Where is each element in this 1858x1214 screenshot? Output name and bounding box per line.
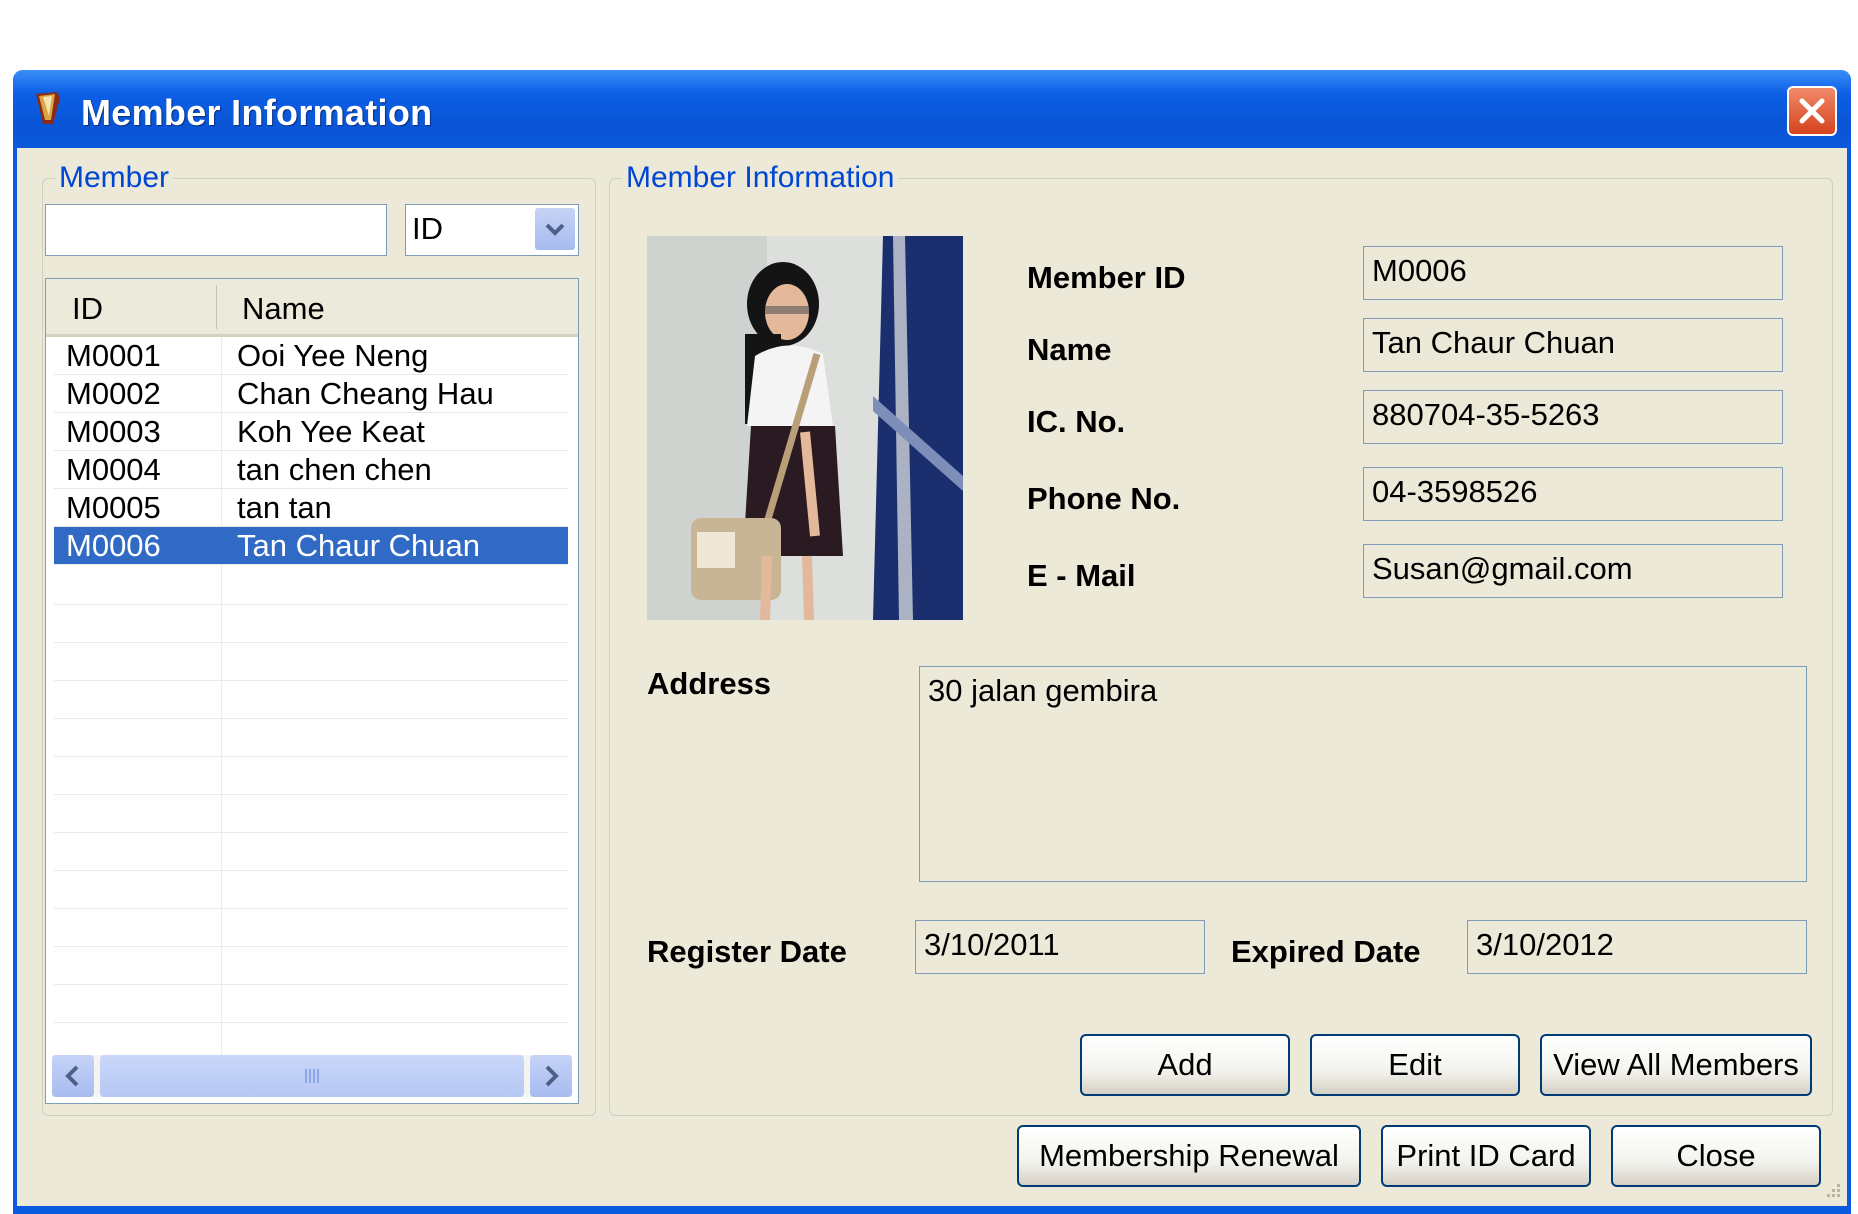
address-label: Address xyxy=(647,666,772,701)
phone-no-field[interactable]: 04-3598526 xyxy=(1363,467,1783,521)
name-field[interactable]: Tan Chaur Chuan xyxy=(1363,318,1783,372)
email-value: Susan@gmail.com xyxy=(1372,551,1633,586)
ic-no-value: 880704-35-5263 xyxy=(1372,397,1600,432)
window-title: Member Information xyxy=(81,92,433,133)
empty-row-gridline xyxy=(54,1022,568,1023)
member-photo xyxy=(647,236,963,620)
member-id-label: Member ID xyxy=(1027,260,1186,295)
chevron-right-icon xyxy=(545,1065,559,1087)
cell-id: M0005 xyxy=(66,490,161,525)
cell-id: M0006 xyxy=(66,528,161,563)
resize-grip-icon[interactable] xyxy=(1821,1180,1843,1202)
empty-row-gridline xyxy=(54,756,568,757)
empty-row-gridline xyxy=(54,680,568,681)
cell-name: tan tan xyxy=(237,490,332,525)
chevron-left-icon xyxy=(65,1065,79,1087)
print-id-card-button[interactable]: Print ID Card xyxy=(1381,1125,1591,1187)
expired-date-value: 3/10/2012 xyxy=(1476,927,1614,962)
add-button[interactable]: Add xyxy=(1080,1034,1290,1096)
cell-name: Ooi Yee Neng xyxy=(237,338,429,373)
email-label: E - Mail xyxy=(1027,558,1136,593)
cell-name: Chan Cheang Hau xyxy=(237,376,494,411)
search-by-value: ID xyxy=(412,211,443,246)
scroll-right-button[interactable] xyxy=(530,1055,572,1097)
member-information-groupbox-title: Member Information xyxy=(622,161,899,195)
cell-name: Koh Yee Keat xyxy=(237,414,425,449)
address-value: 30 jalan gembira xyxy=(928,673,1158,708)
register-date-value: 3/10/2011 xyxy=(924,927,1060,962)
list-item-m0004[interactable]: M0004 tan chen chen xyxy=(54,451,568,489)
list-item-m0002[interactable]: M0002 Chan Cheang Hau xyxy=(54,375,568,413)
column-divider[interactable] xyxy=(216,285,217,329)
email-field[interactable]: Susan@gmail.com xyxy=(1363,544,1783,598)
chevron-down-icon xyxy=(545,223,565,236)
app-icon xyxy=(36,92,60,124)
edit-button[interactable]: Edit xyxy=(1310,1034,1520,1096)
member-information-window: Member Information Member ID ID Name M00… xyxy=(13,70,1851,1214)
name-label: Name xyxy=(1027,332,1112,367)
list-item-m0006-selected[interactable]: M0006 Tan Chaur Chuan xyxy=(54,527,568,565)
cell-id: M0004 xyxy=(66,452,161,487)
title-bar[interactable]: Member Information xyxy=(13,70,1851,148)
list-item-m0003[interactable]: M0003 Koh Yee Keat xyxy=(54,413,568,451)
close-icon xyxy=(1799,98,1825,124)
expired-date-label: Expired Date xyxy=(1231,934,1421,969)
empty-row-gridline xyxy=(54,832,568,833)
member-groupbox-title: Member xyxy=(55,161,174,195)
address-field[interactable]: 30 jalan gembira xyxy=(919,666,1807,882)
member-id-value: M0006 xyxy=(1372,253,1467,288)
column-header-name[interactable]: Name xyxy=(242,291,325,327)
empty-row-gridline xyxy=(54,642,568,643)
cell-id: M0003 xyxy=(66,414,161,449)
list-item-m0005[interactable]: M0005 tan tan xyxy=(54,489,568,527)
window-close-button[interactable] xyxy=(1787,86,1837,136)
cell-name: Tan Chaur Chuan xyxy=(237,528,480,563)
ic-no-field[interactable]: 880704-35-5263 xyxy=(1363,390,1783,444)
empty-row-gridline xyxy=(54,604,568,605)
empty-row-gridline xyxy=(54,946,568,947)
empty-row-gridline xyxy=(54,870,568,871)
empty-row-gridline xyxy=(54,908,568,909)
horizontal-scrollbar[interactable] xyxy=(52,1055,572,1097)
cell-id: M0001 xyxy=(66,338,161,373)
search-by-dropdown-button[interactable] xyxy=(535,208,575,250)
cell-name: tan chen chen xyxy=(237,452,432,487)
empty-row-gridline xyxy=(54,718,568,719)
scroll-left-button[interactable] xyxy=(52,1055,94,1097)
column-header-id[interactable]: ID xyxy=(72,291,103,327)
phone-no-value: 04-3598526 xyxy=(1372,474,1538,509)
scrollbar-thumb[interactable] xyxy=(100,1055,524,1097)
empty-row-gridline xyxy=(54,984,568,985)
member-list[interactable]: ID Name M0001 Ooi Yee Neng M0002 Chan Ch… xyxy=(45,278,579,1104)
cell-id: M0002 xyxy=(66,376,161,411)
member-search-input[interactable] xyxy=(45,204,387,256)
member-id-field[interactable]: M0006 xyxy=(1363,246,1783,300)
window-client-area: Member ID ID Name M0001 Ooi Yee Neng M00… xyxy=(17,148,1847,1206)
name-value: Tan Chaur Chuan xyxy=(1372,325,1615,360)
expired-date-field[interactable]: 3/10/2012 xyxy=(1467,920,1807,974)
list-item-m0001[interactable]: M0001 Ooi Yee Neng xyxy=(54,337,568,375)
ic-no-label: IC. No. xyxy=(1027,404,1126,439)
register-date-field[interactable]: 3/10/2011 xyxy=(915,920,1205,974)
register-date-label: Register Date xyxy=(647,934,847,969)
phone-no-label: Phone No. xyxy=(1027,481,1181,516)
search-by-select[interactable]: ID xyxy=(405,204,579,256)
member-list-header: ID Name xyxy=(46,279,578,337)
grip-icon xyxy=(305,1069,319,1083)
view-all-members-button[interactable]: View All Members xyxy=(1540,1034,1812,1096)
membership-renewal-button[interactable]: Membership Renewal xyxy=(1017,1125,1361,1187)
empty-row-gridline xyxy=(54,794,568,795)
close-button[interactable]: Close xyxy=(1611,1125,1821,1187)
